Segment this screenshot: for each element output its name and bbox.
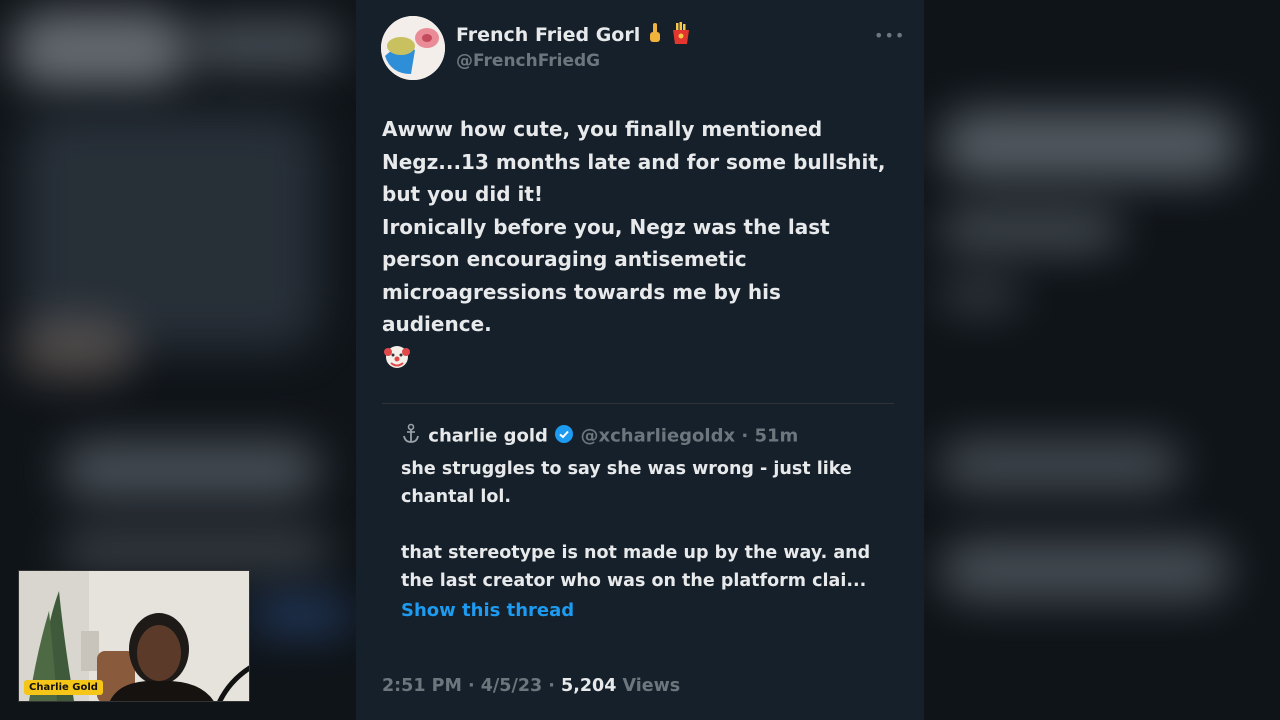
- more-options-icon[interactable]: •••: [874, 26, 905, 45]
- clown-face-icon: [383, 343, 411, 371]
- tweet-text-line: but you did it!: [382, 182, 544, 206]
- author-name[interactable]: French Fried Gorl: [456, 21, 693, 50]
- tweet-text-line: Awww how cute, you finally mentioned: [382, 117, 823, 141]
- views-label: Views: [616, 676, 681, 696]
- tweet-text-line: Ironically before you, Negz was the last: [382, 214, 830, 239]
- french-fries-icon: [669, 21, 693, 50]
- quoted-text-line: that stereotype is not made up by the wa…: [401, 543, 871, 563]
- quoted-text-line: she struggles to say she was wrong - jus…: [401, 459, 852, 479]
- tweet-text: Awww how cute, you finally mentioned Neg…: [382, 113, 902, 341]
- quoted-text-line: [401, 511, 891, 539]
- show-thread-link[interactable]: Show this thread: [401, 600, 574, 621]
- tweet-meta: 2:51 PM · 4/5/23 · 5,204 Views: [382, 676, 680, 696]
- tweet-text-line: person encouraging antisemetic: [382, 247, 747, 271]
- tweet-timestamp[interactable]: 2:51 PM · 4/5/23 ·: [382, 676, 561, 696]
- quoted-tweet-text: she struggles to say she was wrong - jus…: [401, 455, 891, 595]
- quoted-author-handle[interactable]: @xcharliegoldx · 51m: [580, 426, 798, 447]
- avatar-image: [381, 16, 445, 80]
- author-handle[interactable]: @FrenchFriedG: [456, 51, 600, 71]
- author-avatar[interactable]: [381, 16, 445, 80]
- pointing-finger-icon: [647, 22, 663, 49]
- tweet-text-line: microagressions towards me by his: [382, 279, 781, 304]
- quoted-text-line: the last creator who was on the platform…: [401, 571, 867, 591]
- anchor-icon: [400, 423, 422, 450]
- quoted-tweet-header: charlie gold @xcharliegoldx · 51m: [400, 423, 798, 450]
- quoted-author-name[interactable]: charlie gold: [428, 426, 548, 447]
- tweet-text-line: Negz...13 months late and for some bulls…: [382, 149, 886, 174]
- webcam-name-label: Charlie Gold: [24, 680, 103, 695]
- views-count[interactable]: 5,204: [561, 676, 616, 696]
- quoted-text-line: chantal lol.: [401, 487, 512, 507]
- tweet-text-line: audience.: [382, 312, 492, 336]
- verified-badge-icon: [554, 424, 574, 449]
- author-name-text: French Fried Gorl: [456, 24, 641, 46]
